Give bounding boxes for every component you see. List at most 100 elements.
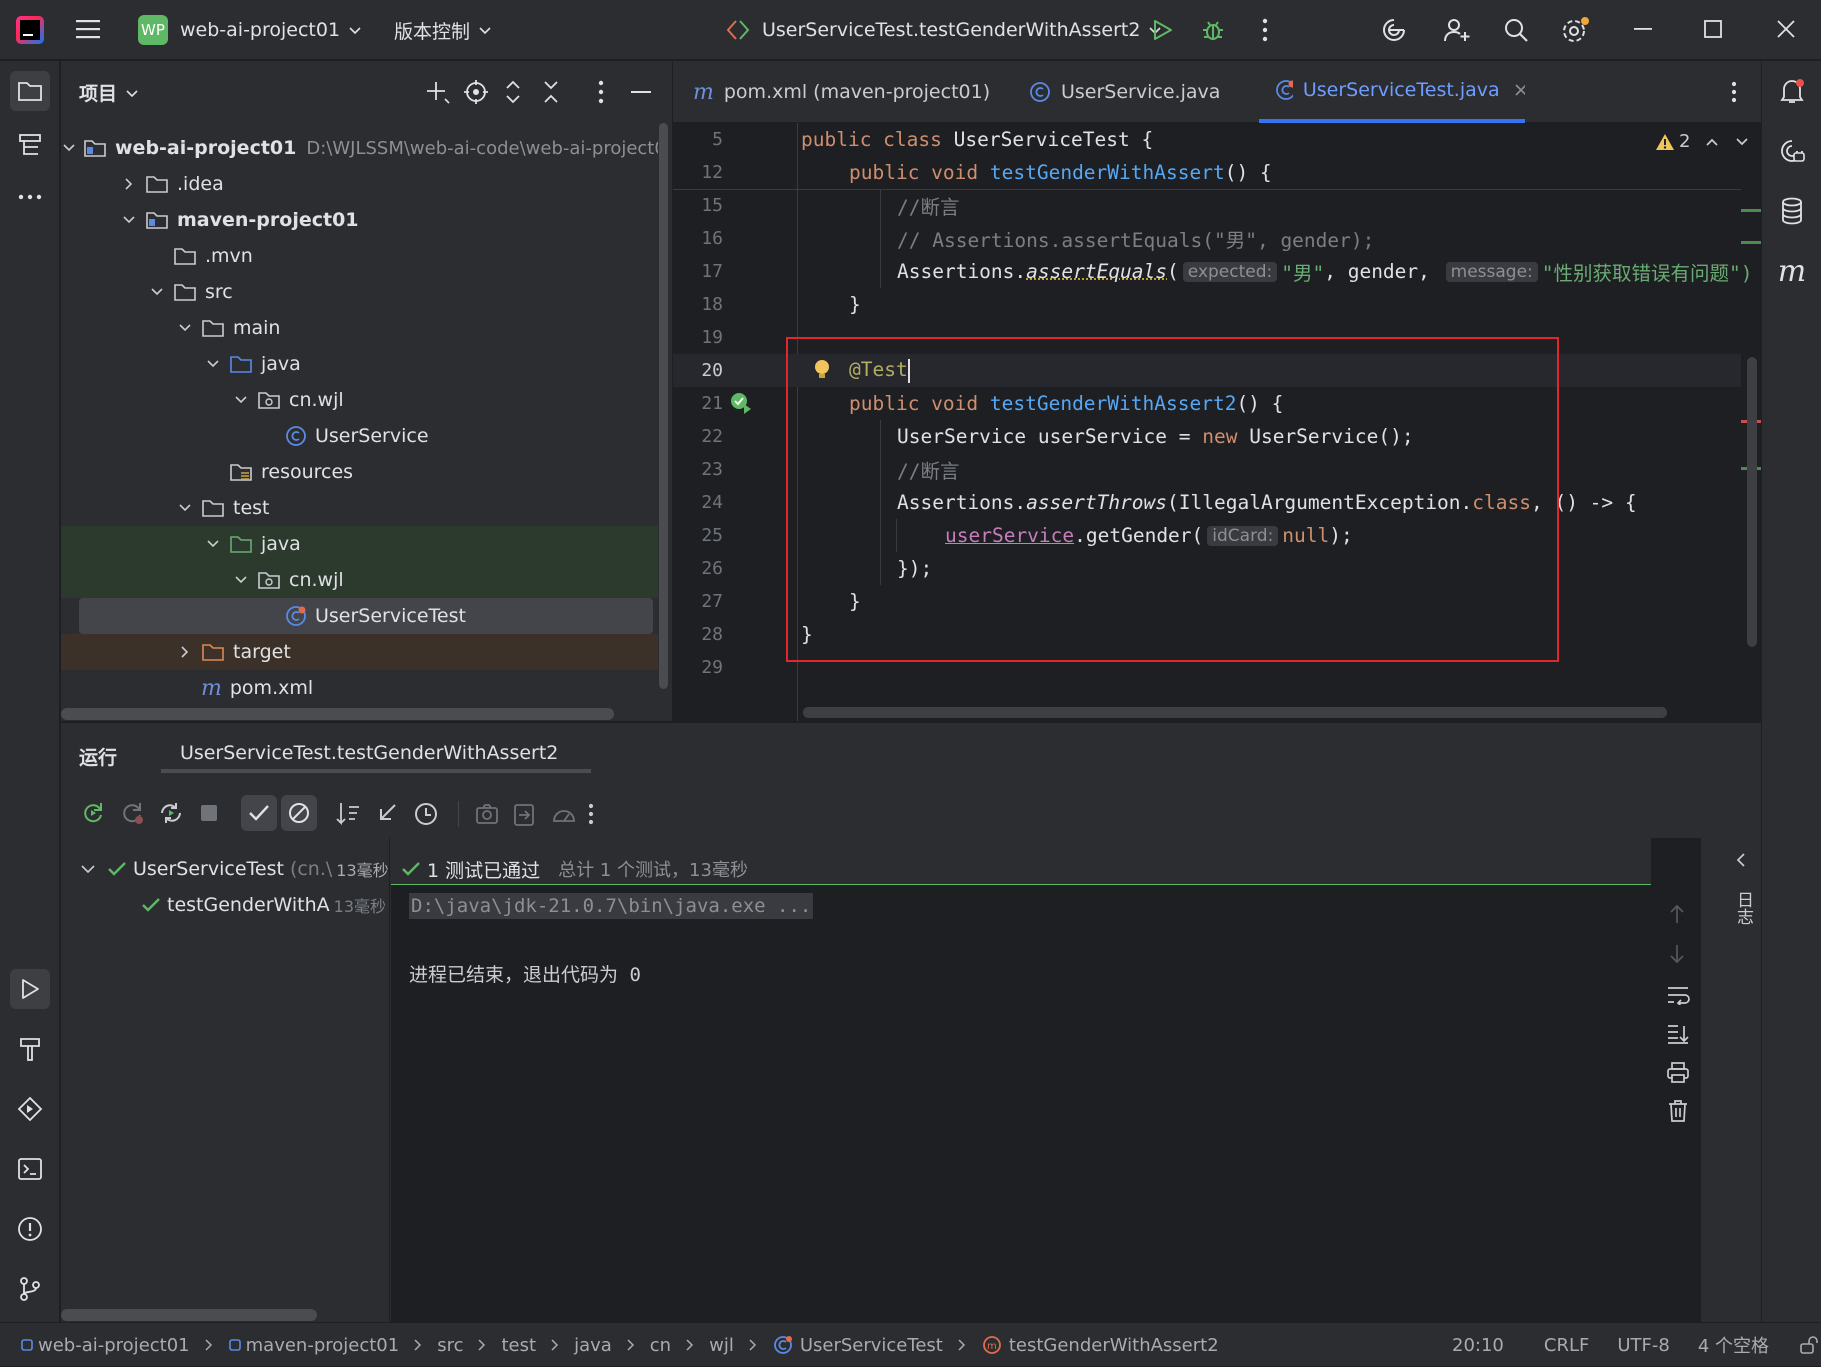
run-icon[interactable]: [1150, 18, 1174, 42]
tree-item[interactable]: target: [61, 634, 658, 670]
tree-item[interactable]: .mvn: [61, 238, 658, 274]
breadcrumb-item[interactable]: wjl: [709, 1335, 734, 1356]
scroll-down-icon[interactable]: [1669, 943, 1685, 965]
maven-icon[interactable]: m: [1772, 251, 1812, 291]
main-menu-icon[interactable]: [76, 18, 100, 40]
lock-icon[interactable]: [1799, 1335, 1819, 1355]
more-tools-icon[interactable]: [10, 177, 50, 217]
build-tool-icon[interactable]: [10, 1029, 50, 1069]
close-window-icon[interactable]: [1776, 19, 1796, 39]
editor-vertical-scrollbar[interactable]: [1747, 357, 1757, 647]
tab-pom-xml[interactable]: m pom.xml (maven-project01): [693, 61, 990, 123]
tree-item[interactable]: java: [61, 526, 658, 562]
rerun-failed-icon[interactable]: [120, 801, 144, 825]
tree-item[interactable]: main: [61, 310, 658, 346]
tab-user-service-test[interactable]: UserServiceTest.java: [1259, 61, 1525, 123]
minimize-icon[interactable]: [1634, 28, 1652, 32]
import-tests-icon[interactable]: [513, 803, 535, 827]
tree-item[interactable]: .idea: [61, 166, 658, 202]
chevron-down-icon[interactable]: [175, 318, 195, 338]
console-command[interactable]: D:\java\jdk-21.0.7\bin\java.exe ...: [409, 893, 813, 919]
toggle-auto-test-icon[interactable]: [158, 801, 184, 825]
more-actions-icon[interactable]: [1262, 18, 1268, 42]
tree-item[interactable]: src: [61, 274, 658, 310]
collapse-tree-icon[interactable]: [375, 801, 399, 825]
show-passed-toggle[interactable]: [241, 795, 277, 831]
log-side-label[interactable]: 日志: [1731, 891, 1756, 925]
test-tree-child[interactable]: testGenderWithA 13毫秒: [141, 887, 386, 923]
run-tab[interactable]: UserServiceTest.testGenderWithAssert2: [161, 737, 591, 773]
tree-item[interactable]: cn.wjl: [61, 382, 658, 418]
chevron-down-icon[interactable]: [147, 282, 167, 302]
chevron-down-icon[interactable]: [119, 210, 139, 230]
tree-item[interactable]: java: [61, 346, 658, 382]
project-selector[interactable]: WP web-ai-project01: [138, 15, 364, 45]
tree-item[interactable]: web-ai-project01 D:\WJLSSM\web-ai-code\we…: [61, 130, 658, 166]
clear-console-icon[interactable]: [1667, 1099, 1689, 1123]
breadcrumb-item[interactable]: maven-project01: [228, 1335, 400, 1356]
chevron-down-icon[interactable]: [231, 570, 251, 590]
chevron-right-icon[interactable]: [119, 174, 139, 194]
tree-item[interactable]: m pom.xml: [61, 670, 658, 706]
chevron-down-icon[interactable]: [203, 534, 223, 554]
breadcrumb-item[interactable]: UserServiceTest: [772, 1334, 943, 1356]
chevron-down-icon[interactable]: [175, 498, 195, 518]
project-tool-icon[interactable]: [10, 71, 50, 111]
breadcrumb-item[interactable]: test: [501, 1335, 536, 1356]
run-test-gutter-icon[interactable]: [729, 391, 753, 415]
git-tool-icon[interactable]: [10, 1269, 50, 1309]
run-more-options-icon[interactable]: [588, 803, 594, 825]
tabs-options-icon[interactable]: [1731, 81, 1737, 103]
breadcrumb-item[interactable]: m testGenderWithAssert2: [981, 1334, 1219, 1356]
tree-item[interactable]: UserServiceTest: [79, 598, 653, 634]
screenshot-icon[interactable]: [475, 803, 499, 825]
run-config-selector[interactable]: UserServiceTest.testGenderWithAssert2: [724, 15, 1164, 45]
close-tab-icon[interactable]: [576, 746, 577, 760]
breadcrumb-item[interactable]: src: [437, 1335, 463, 1356]
collapse-side-panel-icon[interactable]: [1733, 851, 1749, 869]
tab-user-service[interactable]: UserService.java: [1029, 61, 1220, 123]
sort-icon[interactable]: [335, 801, 361, 827]
soft-wrap-icon[interactable]: [1666, 985, 1690, 1005]
debug-icon[interactable]: [1200, 17, 1226, 43]
run-tool-icon[interactable]: [10, 969, 50, 1009]
chevron-down-icon[interactable]: [203, 354, 223, 374]
add-user-icon[interactable]: [1442, 16, 1472, 44]
vcs-menu[interactable]: 版本控制: [394, 15, 494, 45]
tree-horizontal-scrollbar[interactable]: [61, 708, 614, 720]
intellij-logo[interactable]: [16, 16, 44, 44]
breadcrumb-item[interactable]: web-ai-project01: [20, 1335, 190, 1356]
scroll-to-end-icon[interactable]: [1666, 1023, 1690, 1045]
breadcrumb-item[interactable]: cn: [650, 1335, 671, 1356]
test-tree-scrollbar[interactable]: [61, 1309, 317, 1321]
search-icon[interactable]: [1502, 16, 1530, 44]
chevron-down-icon[interactable]: [61, 138, 77, 158]
console-output[interactable]: D:\java\jdk-21.0.7\bin\java.exe ... 进程已结…: [391, 885, 1651, 1322]
file-encoding[interactable]: UTF-8: [1617, 1335, 1669, 1356]
close-tab-icon[interactable]: [1514, 83, 1525, 97]
indent-setting[interactable]: 4 个空格: [1698, 1332, 1769, 1358]
scroll-up-icon[interactable]: [1669, 903, 1685, 925]
coverage-icon[interactable]: [551, 803, 577, 825]
settings-icon[interactable]: [1560, 16, 1590, 46]
notifications-icon[interactable]: [1772, 71, 1812, 111]
editor-horizontal-scrollbar[interactable]: [803, 707, 1667, 718]
test-history-icon[interactable]: [413, 801, 439, 827]
chevron-down-icon[interactable]: [231, 390, 251, 410]
tree-item[interactable]: cn.wjl: [61, 562, 658, 598]
terminal-tool-icon[interactable]: [10, 1149, 50, 1189]
line-separator[interactable]: CRLF: [1544, 1335, 1589, 1356]
maximize-icon[interactable]: [1704, 20, 1722, 38]
tree-vertical-scrollbar[interactable]: [659, 123, 668, 689]
show-ignored-toggle[interactable]: [281, 795, 317, 831]
stop-icon[interactable]: [199, 803, 219, 823]
rerun-icon[interactable]: [81, 801, 105, 825]
tree-item[interactable]: maven-project01: [61, 202, 658, 238]
services-tool-icon[interactable]: [10, 1089, 50, 1129]
test-tree-root[interactable]: UserServiceTest (cn.\ 13毫秒: [79, 851, 389, 887]
tree-item[interactable]: resources: [61, 454, 658, 490]
tree-item[interactable]: test: [61, 490, 658, 526]
print-icon[interactable]: [1666, 1061, 1690, 1083]
ai-assistant-icon[interactable]: [1380, 16, 1408, 44]
structure-tool-icon[interactable]: [10, 125, 50, 165]
